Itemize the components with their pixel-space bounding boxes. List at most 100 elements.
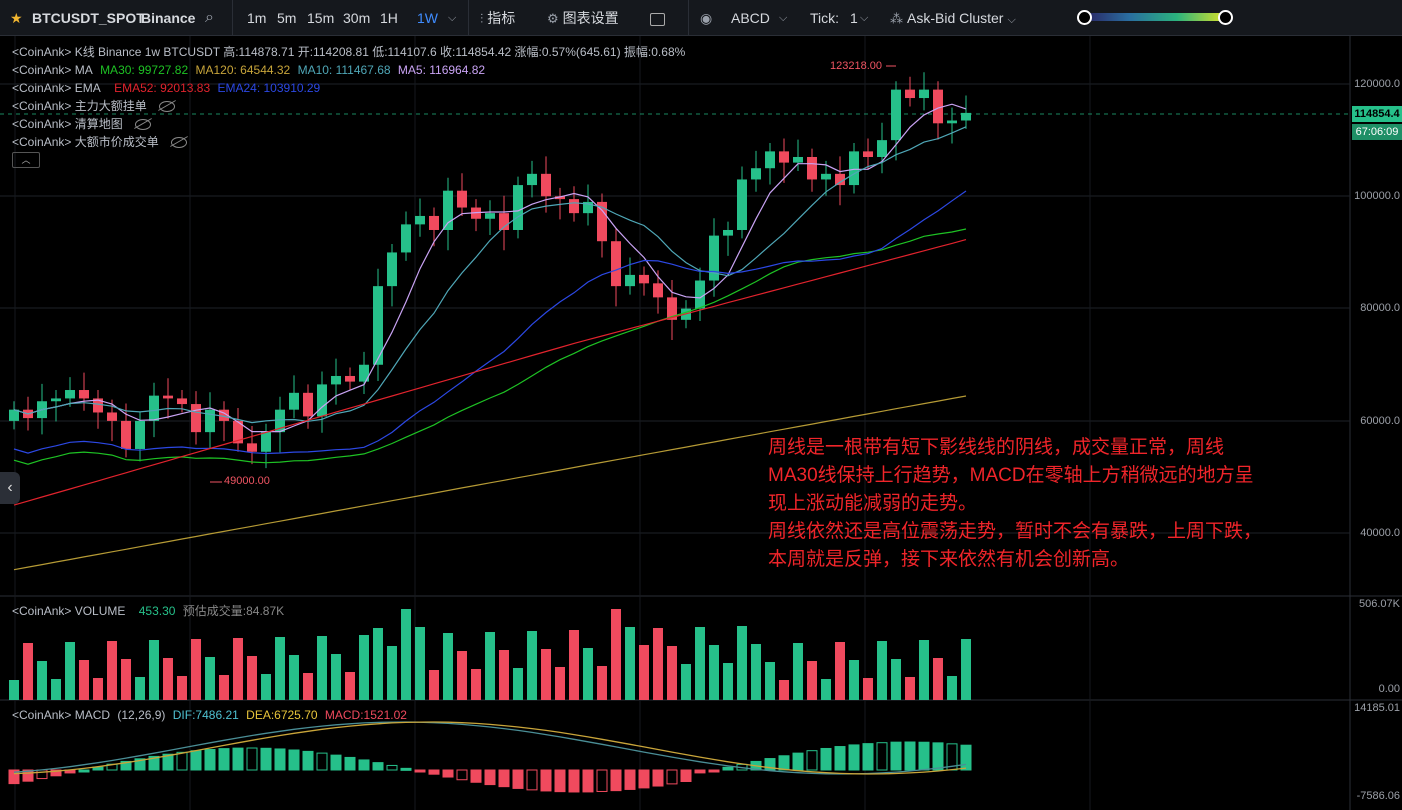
interval-1w[interactable]: 1W <box>417 0 438 36</box>
annotation-line: 本周就是反弹，接下来依然有机会创新高。 <box>768 549 1130 570</box>
volume-bar <box>933 658 943 700</box>
chart-settings-button[interactable]: ⚙ 图表设置 <box>547 0 619 36</box>
indicators-button[interactable]: ⫶ 指标 <box>480 0 515 36</box>
abcd-chevron-down-icon[interactable]: ⌵ <box>779 0 787 36</box>
analysis-annotation: 周线是一根带有短下影线线的阴线，成交量正常，周线 MA30线保持上行趋势，MAC… <box>768 434 1328 574</box>
volume-bar <box>513 668 523 700</box>
drawing-eye-icon[interactable]: ◉ <box>700 0 712 36</box>
color-gradient-slider[interactable] <box>1082 13 1224 21</box>
hidden-eye-icon[interactable] <box>134 119 151 131</box>
exchange-label[interactable]: Binance <box>141 0 195 36</box>
macd-histogram-bar <box>204 748 216 771</box>
candle-body <box>443 190 453 230</box>
volume-bar <box>905 677 915 700</box>
macd-histogram-bar <box>526 769 538 791</box>
volume-bar <box>737 626 747 700</box>
volume-bar <box>65 642 75 700</box>
interval-30m[interactable]: 30m <box>343 0 370 36</box>
annotation-line: 周线依然还是高位震荡走势，暂时不会有暴跌，上周下跌， <box>768 521 1263 542</box>
macd-histogram-bar <box>330 754 342 771</box>
volume-bar <box>947 676 957 700</box>
volume-legend: <CoinAnk> VOLUME 453.30 预估成交量:84.87K <box>12 604 288 618</box>
volume-bar <box>695 627 705 700</box>
interval-1h[interactable]: 1H <box>380 0 398 36</box>
last-price-tag: 114854.4 <box>1352 106 1402 122</box>
volume-bar <box>583 648 593 700</box>
volume-bar <box>807 661 817 700</box>
candle-body <box>261 432 271 452</box>
volume-bar <box>541 649 551 700</box>
macd-histogram-bar <box>554 769 566 793</box>
volume-bar <box>79 660 89 700</box>
macd-histogram-bar <box>386 764 398 771</box>
volume-bar <box>499 650 509 700</box>
volume-bar <box>891 659 901 700</box>
volume-bar <box>723 663 733 700</box>
macd-histogram-bar <box>232 747 244 771</box>
macd-histogram-bar <box>834 746 846 771</box>
liquidation-label: <CoinAnk> 清算地图 <box>12 117 123 131</box>
candle-body <box>527 173 537 186</box>
volume-bar <box>597 666 607 700</box>
candle-body <box>387 252 397 287</box>
macd-histogram-bar <box>904 741 916 771</box>
macd-histogram-bar <box>610 769 622 792</box>
macd-histogram-bar <box>666 769 678 785</box>
volume-bar <box>135 677 145 700</box>
candle-body <box>807 156 817 180</box>
collapse-sidebar-chevron-left-icon[interactable]: ‹ <box>0 472 20 504</box>
hidden-eye-icon[interactable] <box>170 137 187 149</box>
candle-body <box>289 392 299 410</box>
interval-5m[interactable]: 5m <box>277 0 296 36</box>
volume-bar <box>429 670 439 700</box>
tick-chevron-down-icon[interactable]: ⌵ <box>860 0 868 36</box>
symbol-label[interactable]: BTCUSDT_SPOT <box>32 0 145 36</box>
interval-15m[interactable]: 15m <box>307 0 334 36</box>
macd-histogram-bar <box>932 742 944 771</box>
interval-1m[interactable]: 1m <box>247 0 266 36</box>
tick-value[interactable]: 1 <box>850 0 858 36</box>
volume-estimate: 预估成交量:84.87K <box>182 604 285 618</box>
collapse-legend-chevron-up-icon[interactable]: ︿ <box>12 152 40 168</box>
candle-body <box>569 199 579 214</box>
macd-legend-prefix: <CoinAnk> MACD <box>12 708 111 722</box>
macd-histogram-bar <box>190 750 202 771</box>
volume-bar <box>191 639 201 700</box>
candle-body <box>401 224 411 253</box>
macd-histogram-bar <box>372 762 384 771</box>
candle-body <box>919 89 929 99</box>
volume-bar <box>751 644 761 700</box>
search-icon[interactable]: ⌕ <box>205 0 214 36</box>
volume-bar <box>149 640 159 700</box>
macd-histogram-bar <box>820 747 832 771</box>
candle-body <box>653 283 663 298</box>
fullscreen-button[interactable] <box>650 0 665 36</box>
gradient-slider-handle-right[interactable] <box>1218 10 1233 25</box>
interval-dropdown-chevron-icon[interactable]: ⌵ <box>448 0 456 36</box>
chart-canvas[interactable] <box>0 36 1402 810</box>
gradient-slider-handle-left[interactable] <box>1077 10 1092 25</box>
macd-histogram-bar <box>400 767 412 771</box>
candle-body <box>191 404 201 433</box>
volume-bar <box>681 664 691 700</box>
macd-histogram-bar <box>414 769 426 773</box>
candle-body <box>961 112 971 121</box>
favorite-star-icon[interactable]: ★ <box>10 0 23 36</box>
abcd-selector[interactable]: ABCD <box>731 0 770 36</box>
candle-body <box>331 375 341 385</box>
candle-body <box>247 443 257 452</box>
macd-histogram-bar <box>540 769 552 792</box>
macd-histogram-bar <box>470 769 482 783</box>
macd-axis-label: -7586.06 <box>1356 790 1400 802</box>
cluster-button[interactable]: ⁂ Ask-Bid Cluster ⌵ <box>890 0 1016 36</box>
annotation-line: MA30线保持上行趋势，MACD在零轴上方稍微远的地方呈 <box>768 465 1254 486</box>
macd-histogram-bar <box>708 769 720 773</box>
chart-settings-label: 图表设置 <box>562 10 619 26</box>
volume-bar <box>331 654 341 700</box>
candle-body <box>947 120 957 124</box>
volume-bar <box>835 642 845 700</box>
hidden-eye-icon[interactable] <box>158 101 175 113</box>
candle-body <box>149 395 159 421</box>
ma-legend: <CoinAnk> MA MA30: 99727.82 MA120: 64544… <box>12 63 489 77</box>
macd-histogram-bar <box>344 756 356 771</box>
